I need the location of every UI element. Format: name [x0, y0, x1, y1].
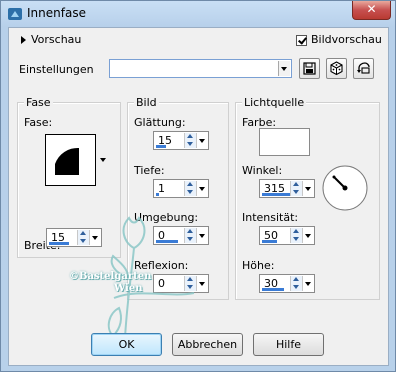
glattung-spinner[interactable]: 15 [153, 131, 209, 150]
settings-combo[interactable] [109, 59, 292, 78]
save-preset-button[interactable] [299, 58, 320, 79]
intensitat-label: Intensität: [242, 211, 299, 224]
spin-arrows-icon[interactable] [290, 228, 302, 243]
watermark-line1: ©Bastelgarten [69, 271, 152, 282]
reset-button[interactable] [353, 58, 374, 79]
bildvorschau-label[interactable]: Bildvorschau [311, 33, 382, 46]
cancel-button[interactable]: Abbrechen [172, 333, 243, 356]
tiefe-value: 1 [158, 182, 165, 195]
expand-preview-icon[interactable] [21, 36, 26, 44]
spin-arrows-icon[interactable] [77, 230, 89, 245]
chevron-down-icon[interactable] [278, 61, 290, 76]
ok-button[interactable]: OK [91, 333, 162, 356]
glattung-bar [156, 145, 166, 148]
hohe-bar [262, 288, 284, 291]
winkel-bar [262, 193, 290, 196]
help-button[interactable]: Hilfe [253, 333, 324, 356]
chevron-down-icon[interactable] [302, 181, 313, 196]
breite-spinner[interactable]: 15 [46, 228, 102, 247]
farbe-swatch[interactable] [259, 128, 310, 156]
chevron-down-icon[interactable] [196, 181, 207, 196]
chevron-down-icon[interactable] [302, 228, 313, 243]
fase-label: Fase: [24, 116, 53, 129]
window-title: Innenfase [27, 6, 86, 20]
tiefe-spinner[interactable]: 1 [153, 179, 209, 198]
fase-panel-title: Fase [24, 96, 53, 109]
floppy-disk-icon [303, 62, 316, 75]
intensitat-spinner[interactable]: 50 [259, 226, 315, 245]
dialog-body: Vorschau Bildvorschau Einstellungen Fase… [8, 27, 389, 366]
breite-bar [49, 242, 69, 245]
random-preset-button[interactable] [326, 58, 347, 79]
close-button[interactable]: ✕ [352, 1, 391, 20]
chevron-down-icon[interactable] [97, 134, 109, 186]
app-icon [8, 8, 22, 20]
angle-dial[interactable] [321, 164, 369, 212]
glattung-label: Glättung: [134, 116, 186, 129]
lichtquelle-panel-title: Lichtquelle [242, 96, 307, 109]
bevel-shape-picker[interactable] [45, 134, 109, 186]
winkel-label: Winkel: [242, 164, 283, 177]
hohe-label: Höhe: [242, 259, 275, 272]
bevel-preview [45, 134, 96, 186]
bildvorschau-checkbox[interactable] [296, 35, 307, 46]
preview-label[interactable]: Vorschau [31, 33, 81, 46]
spin-arrows-icon[interactable] [290, 181, 302, 196]
bevel-shape-icon [55, 147, 79, 175]
chevron-down-icon[interactable] [196, 133, 207, 148]
reset-icon [357, 62, 370, 74]
close-icon: ✕ [366, 2, 377, 16]
dialog-window: Innenfase ✕ Vorschau Bildvorschau Einste… [0, 0, 396, 372]
winkel-spinner[interactable]: 315 [259, 179, 315, 198]
intensitat-bar [262, 240, 277, 243]
chevron-down-icon[interactable] [302, 276, 313, 291]
spin-arrows-icon[interactable] [184, 133, 196, 148]
hohe-spinner[interactable]: 30 [259, 274, 315, 293]
title-bar[interactable]: Innenfase ✕ [1, 1, 395, 27]
dice-icon [330, 61, 343, 76]
bild-panel-title: Bild [134, 96, 159, 109]
tiefe-label: Tiefe: [134, 164, 165, 177]
watermark-line2: Wien [114, 283, 143, 294]
tiefe-bar [156, 193, 159, 196]
spin-arrows-icon[interactable] [184, 181, 196, 196]
spin-arrows-icon[interactable] [290, 276, 302, 291]
settings-label: Einstellungen [19, 63, 94, 76]
